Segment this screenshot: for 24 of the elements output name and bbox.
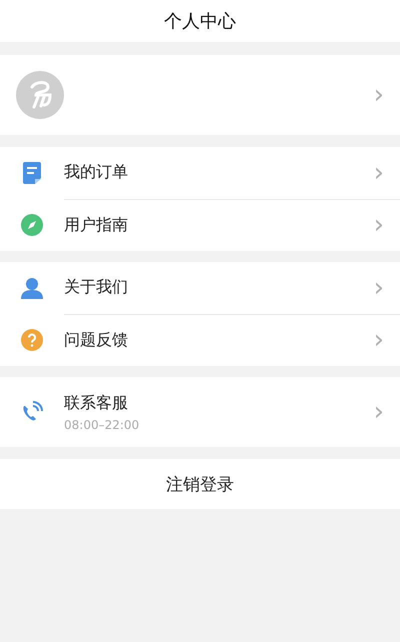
menu-item[interactable]: 联系客服 08:00–22:00 › (0, 377, 400, 447)
menu-item[interactable]: 我的订单 › (0, 147, 400, 199)
person-icon (21, 277, 43, 299)
menu-label: 我的订单 (64, 162, 129, 183)
service-hours: 08:00–22:00 (64, 418, 140, 432)
chevron-icon: › (374, 399, 384, 425)
document-icon (23, 162, 41, 184)
chevron-icon: › (374, 82, 384, 108)
menu-item[interactable]: 关于我们 › (0, 262, 400, 314)
chevron-icon: › (374, 274, 384, 300)
chevron-icon: › (374, 160, 384, 186)
menu-label: 问题反馈 (64, 330, 129, 350)
menu-item[interactable]: 用户指南 › (0, 199, 400, 251)
question-icon (21, 329, 43, 351)
menu-item[interactable]: 问题反馈 › (0, 314, 400, 366)
menu-label: 用户指南 (64, 214, 129, 236)
page-title: 个人中心 (164, 10, 236, 33)
menu-label: 联系客服 (64, 392, 129, 414)
avatar (16, 71, 64, 119)
compass-icon (21, 214, 43, 236)
chevron-icon: › (374, 327, 384, 353)
menu-label: 关于我们 (64, 277, 129, 298)
logout-button[interactable]: 注销登录 (0, 459, 400, 509)
chevron-icon: › (374, 212, 384, 238)
